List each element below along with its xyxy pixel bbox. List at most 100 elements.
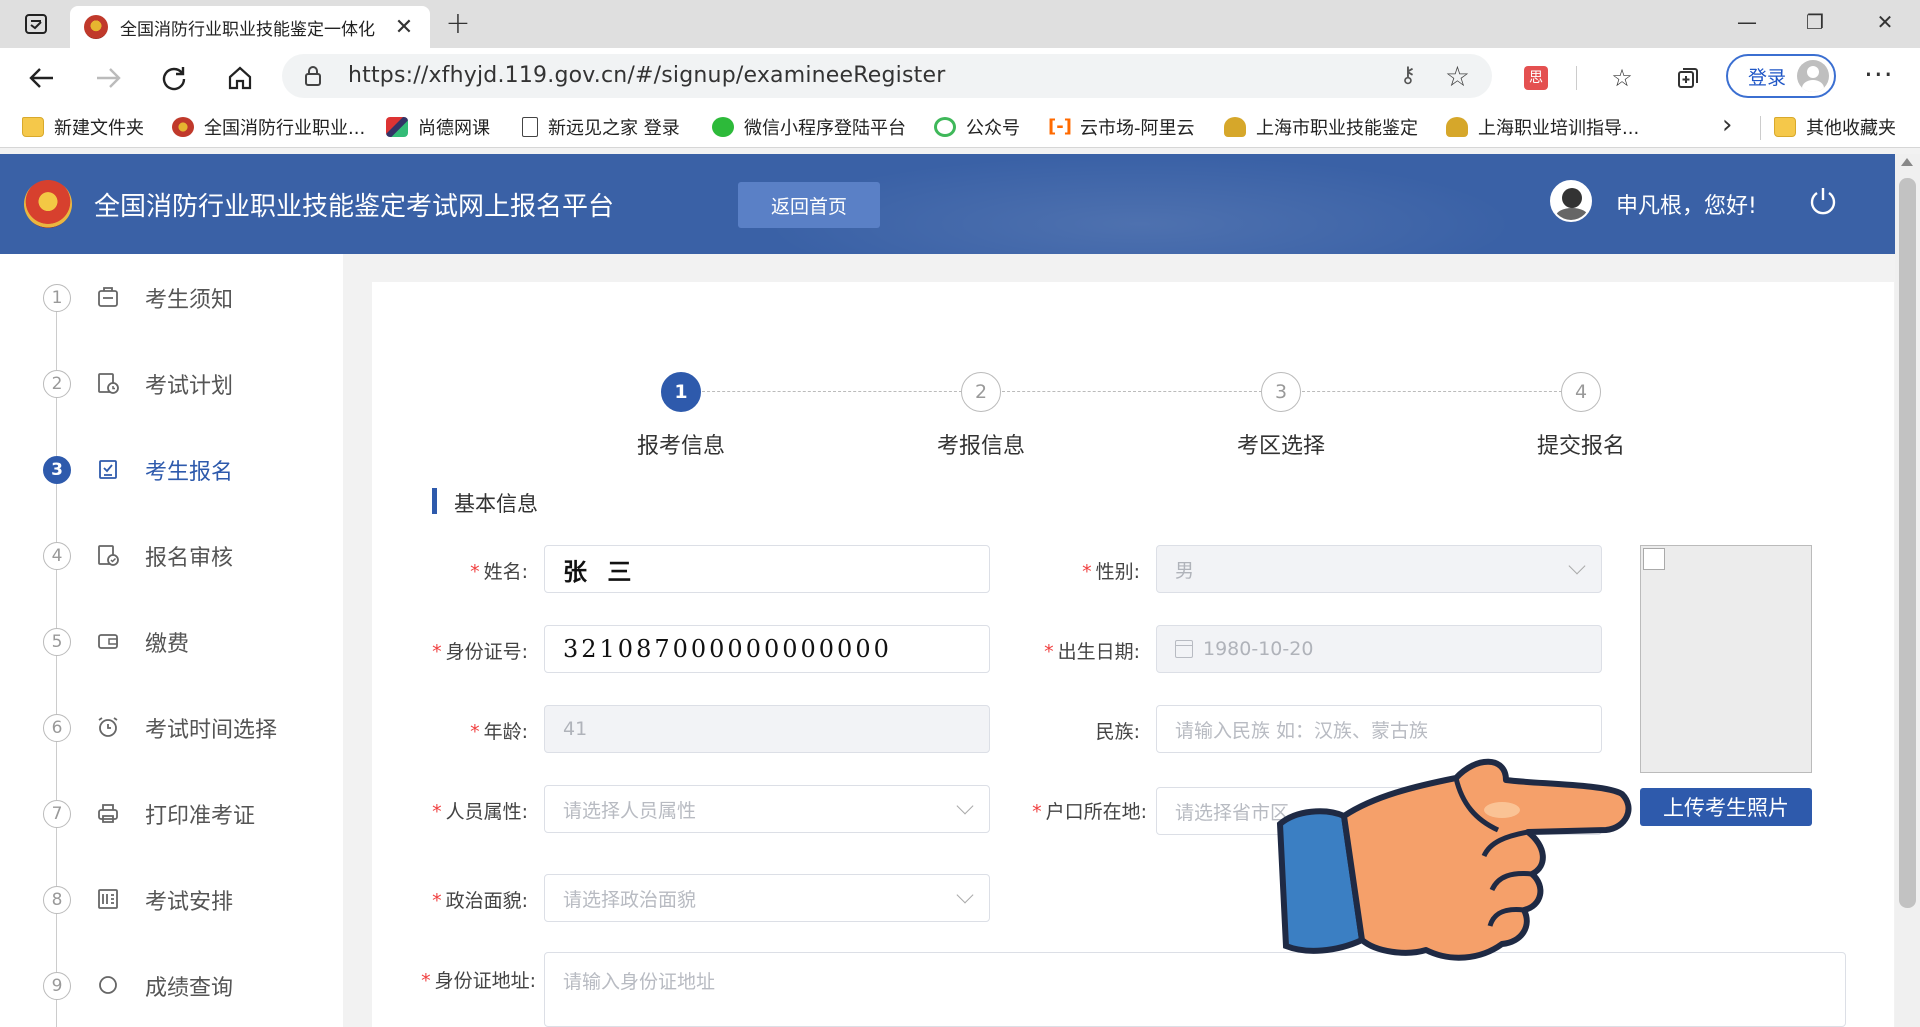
- wallet-icon: [96, 629, 122, 655]
- new-tab-icon[interactable]: +: [442, 6, 474, 41]
- bookmarks-overflow-icon[interactable]: ›: [1722, 110, 1732, 140]
- sidebar-item-label: 考试时间选择: [145, 718, 278, 743]
- site-title: 全国消防行业职业技能鉴定考试网上报名平台: [94, 192, 615, 222]
- back-icon[interactable]: [24, 60, 60, 96]
- process-sidebar: 1 考生须知 2 考试计划 3 考生报名 4 报名审核 5 缴费 6 考试时间选择 7 打印准考证 8 考试安…: [0, 254, 343, 1027]
- extension-icon[interactable]: 思: [1524, 66, 1548, 90]
- stepper-connector: [1002, 391, 1262, 392]
- url-text[interactable]: https://xfhyjd.119.gov.cn/#/signup/exami…: [348, 63, 945, 88]
- minimize-icon[interactable]: —: [1724, 6, 1770, 38]
- alarm-clock-icon: [96, 715, 122, 741]
- profile-avatar-icon: [1797, 60, 1829, 92]
- return-home-button[interactable]: 返回首页: [738, 182, 880, 228]
- tab-close-icon[interactable]: ✕: [392, 15, 416, 40]
- bookmark-item[interactable]: 全国消防行业职业...: [172, 114, 365, 140]
- age-input[interactable]: 41: [544, 705, 990, 753]
- sidebar-item-label: 打印准考证: [145, 804, 256, 829]
- bookmark-item[interactable]: 尚德网课: [386, 114, 490, 140]
- collections-icon[interactable]: [1672, 62, 1704, 94]
- id-address-textarea[interactable]: 请输入身份证地址: [544, 952, 1846, 1027]
- sidebar-step-number: 9: [43, 972, 71, 1000]
- step-circle-4: 4: [1561, 372, 1601, 412]
- bookmark-item[interactable]: 新远见之家 登录: [522, 114, 680, 140]
- reload-icon[interactable]: [156, 60, 192, 96]
- photo-preview: [1640, 545, 1812, 773]
- sidebar-item-label: 缴费: [145, 632, 190, 657]
- bookmark-item[interactable]: 新建文件夹: [22, 114, 144, 140]
- sidebar-item[interactable]: 7 打印准考证: [0, 786, 343, 842]
- official-account-icon: [934, 117, 956, 137]
- sidebar-item[interactable]: 4 报名审核: [0, 528, 343, 584]
- page-scrollbar[interactable]: [1895, 154, 1920, 1027]
- user-avatar[interactable]: [1550, 180, 1592, 222]
- scroll-up-icon[interactable]: [1901, 158, 1913, 166]
- sidebar-step-number: 8: [43, 886, 71, 914]
- aliyun-icon: [-]: [1048, 116, 1072, 137]
- photo-checkbox[interactable]: [1643, 548, 1665, 570]
- sidebar-item[interactable]: 5 缴费: [0, 614, 343, 670]
- gender-select[interactable]: 男: [1156, 545, 1602, 593]
- ethnicity-input[interactable]: 请输入民族 如：汉族、蒙古族: [1156, 705, 1602, 753]
- bookmark-item[interactable]: 公众号: [934, 114, 1020, 140]
- window-close-icon[interactable]: ✕: [1862, 6, 1908, 38]
- bookmark-item[interactable]: 微信小程序登陆平台: [712, 114, 906, 140]
- step-circle-2: 2: [961, 372, 1001, 412]
- browser-tab-bar: 全国消防行业职业技能鉴定一体化 ✕ + — ❐ ✕: [0, 0, 1920, 48]
- sidebar-step-number: 2: [43, 370, 71, 398]
- sidebar-step-number: 4: [43, 542, 71, 570]
- chevron-down-icon: [1568, 557, 1586, 575]
- chevron-down-icon: [956, 797, 974, 815]
- sidebar-item[interactable]: 9 成绩查询: [0, 958, 343, 1014]
- id-address-label: * 身份证地址:: [421, 970, 536, 992]
- favorites-icon[interactable]: ☆: [1606, 62, 1638, 94]
- ethnicity-label: 民族:: [1095, 721, 1140, 743]
- fire-emblem-icon: [84, 15, 108, 39]
- bookmark-item[interactable]: 上海职业培训指导...: [1446, 114, 1639, 140]
- url-bar[interactable]: https://xfhyjd.119.gov.cn/#/signup/exami…: [282, 54, 1492, 98]
- lock-icon[interactable]: [304, 66, 322, 90]
- fire-emblem-logo: [24, 180, 72, 228]
- sidebar-step-number: 5: [43, 628, 71, 656]
- id-number-input[interactable]: 321087000000000000: [544, 625, 990, 673]
- sidebar-step-number: 3: [43, 456, 71, 484]
- birth-date-picker[interactable]: 1980-10-20: [1156, 625, 1602, 673]
- step-circle-1: 1: [661, 372, 701, 412]
- stepper-connector: [702, 391, 962, 392]
- person-type-select[interactable]: 请选择人员属性: [544, 785, 990, 833]
- bookmark-item[interactable]: [-] 云市场-阿里云: [1048, 114, 1195, 140]
- tab-actions-icon[interactable]: [20, 10, 52, 38]
- step-label-4: 提交报名: [1536, 434, 1625, 459]
- page-icon: [522, 117, 538, 137]
- section-accent-bar: [432, 488, 437, 514]
- logout-icon[interactable]: [1806, 184, 1840, 218]
- search-icon: [96, 973, 122, 999]
- login-label: 登录: [1748, 66, 1787, 89]
- sidebar-item-label: 考生报名: [145, 460, 234, 485]
- restore-icon[interactable]: ❐: [1792, 6, 1838, 38]
- name-input[interactable]: 张 三: [544, 545, 990, 593]
- scroll-thumb[interactable]: [1899, 178, 1916, 908]
- forward-icon[interactable]: [90, 60, 126, 96]
- sidebar-item[interactable]: 8 考试安排: [0, 872, 343, 928]
- other-bookmarks[interactable]: 其他收藏夹: [1774, 114, 1896, 140]
- home-icon[interactable]: [222, 60, 258, 96]
- browser-tab-active[interactable]: 全国消防行业职业技能鉴定一体化 ✕: [70, 6, 430, 48]
- upload-photo-button[interactable]: 上传考生照片: [1640, 788, 1812, 826]
- political-select[interactable]: 请选择政治面貌: [544, 874, 990, 922]
- key-icon[interactable]: ⚷: [1400, 63, 1416, 88]
- sidebar-item[interactable]: 2 考试计划: [0, 356, 343, 412]
- section-title: 基本信息: [454, 492, 538, 516]
- sidebar-item[interactable]: 6 考试时间选择: [0, 700, 343, 756]
- emblem-icon: [1446, 117, 1468, 137]
- sidebar-item[interactable]: 3 考生报名: [0, 442, 343, 498]
- bookmark-item[interactable]: 上海市职业技能鉴定: [1224, 114, 1418, 140]
- sidebar-step-number: 7: [43, 800, 71, 828]
- profile-login-button[interactable]: 登录: [1726, 54, 1836, 98]
- step-label-2: 考报信息: [936, 434, 1025, 459]
- sidebar-item[interactable]: 1 考生须知: [0, 270, 343, 326]
- sidebar-step-number: 6: [43, 714, 71, 742]
- more-options-icon[interactable]: ···: [1864, 58, 1894, 91]
- folder-icon: [1774, 117, 1796, 137]
- toolbar-divider: [1576, 66, 1577, 90]
- add-favorite-icon[interactable]: ☆: [1445, 60, 1470, 93]
